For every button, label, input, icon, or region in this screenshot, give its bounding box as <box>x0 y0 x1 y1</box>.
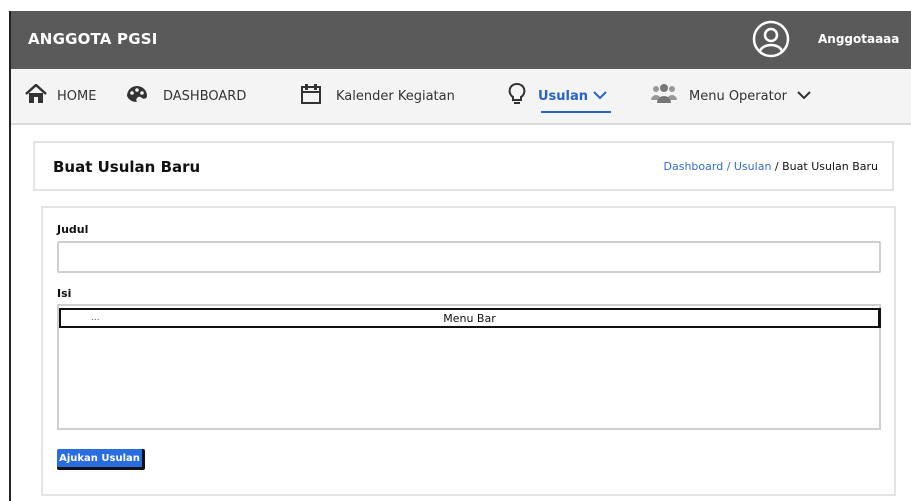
editor-menu-bar[interactable]: ... Menu Bar <box>59 308 881 328</box>
page-header-card: Buat Usulan Baru Dashboard / Usulan / Bu… <box>33 141 894 191</box>
nav-label-dashboard: DASHBOARD <box>163 88 247 104</box>
username[interactable]: Anggotaaaa <box>818 32 899 46</box>
nav-item-menu-operator[interactable]: Menu Operator <box>649 69 811 123</box>
nav-label-home: HOME <box>57 88 97 104</box>
palette-icon <box>125 84 149 108</box>
chevron-down-icon <box>593 89 607 104</box>
ajukan-usulan-button[interactable]: Ajukan Usulan <box>57 449 145 470</box>
isi-editor[interactable]: ... Menu Bar <box>57 304 881 430</box>
usulan-form: Judul Isi ... Menu Bar Ajukan Usulan <box>41 206 896 496</box>
nav-item-kalender[interactable]: Kalender Kegiatan <box>300 69 455 123</box>
calendar-icon <box>300 83 322 109</box>
breadcrumb-current: Buat Usulan Baru <box>782 160 878 173</box>
breadcrumb: Dashboard / Usulan / Buat Usulan Baru <box>664 160 878 173</box>
user-avatar-icon[interactable] <box>752 20 790 58</box>
chevron-down-icon <box>797 89 811 104</box>
judul-label: Judul <box>57 223 89 236</box>
home-icon <box>25 83 47 108</box>
page-title: Buat Usulan Baru <box>53 158 201 176</box>
judul-input[interactable] <box>57 241 881 273</box>
main-nav: HOME DASHBOARD Kalender Kegiatan Usulan … <box>11 69 911 125</box>
brand-title: ANGGOTA PGSI <box>28 30 158 48</box>
breadcrumb-separator: / <box>771 160 783 173</box>
active-tab-indicator <box>541 111 611 113</box>
nav-label-usulan: Usulan <box>538 88 589 104</box>
nav-label-kalender: Kalender Kegiatan <box>336 88 455 104</box>
isi-label: Isi <box>57 287 72 300</box>
lightbulb-icon <box>508 82 526 110</box>
top-bar: ANGGOTA PGSI Anggotaaaa <box>11 11 911 69</box>
menu-bar-label: Menu Bar <box>443 312 496 325</box>
breadcrumb-link[interactable]: Dashboard / Usulan <box>664 160 772 173</box>
nav-item-dashboard[interactable]: DASHBOARD <box>125 69 246 123</box>
nav-item-usulan[interactable]: Usulan <box>508 69 607 123</box>
nav-label-menu-operator: Menu Operator <box>689 88 788 104</box>
nav-item-home[interactable]: HOME <box>25 69 96 123</box>
users-icon <box>649 83 679 109</box>
